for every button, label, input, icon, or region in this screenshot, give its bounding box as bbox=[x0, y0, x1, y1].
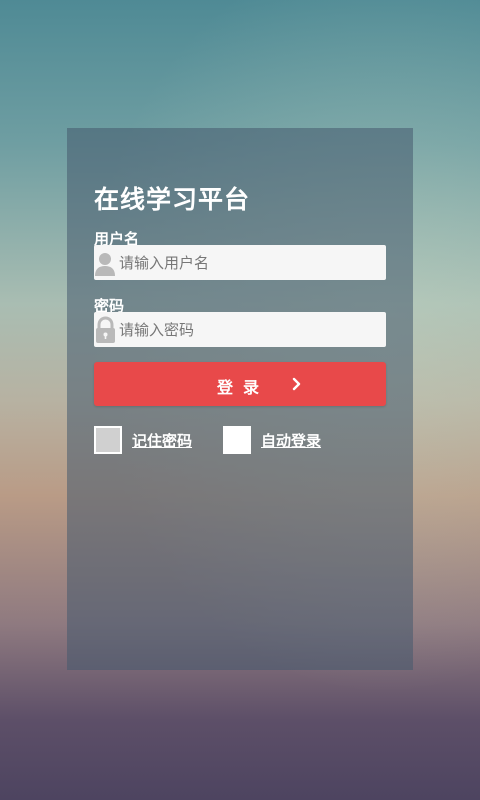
password-field-container bbox=[94, 312, 386, 347]
auto-login-label[interactable]: 自动登录 bbox=[261, 430, 321, 451]
remember-password-checkbox[interactable] bbox=[94, 426, 122, 454]
login-button-label: 登录 bbox=[216, 380, 269, 397]
user-icon bbox=[94, 245, 118, 280]
username-field-container bbox=[94, 245, 386, 280]
chevron-right-icon bbox=[290, 375, 304, 393]
lock-icon bbox=[94, 312, 118, 347]
username-input[interactable] bbox=[118, 245, 380, 280]
auto-login-checkbox[interactable] bbox=[223, 426, 251, 454]
page-title: 在线学习平台 bbox=[94, 185, 251, 214]
login-button[interactable]: 登录 bbox=[94, 362, 386, 406]
remember-password-label[interactable]: 记住密码 bbox=[132, 430, 192, 451]
password-input[interactable] bbox=[118, 312, 380, 347]
login-panel: 在线学习平台 用户名 密码 登录 bbox=[67, 128, 413, 670]
